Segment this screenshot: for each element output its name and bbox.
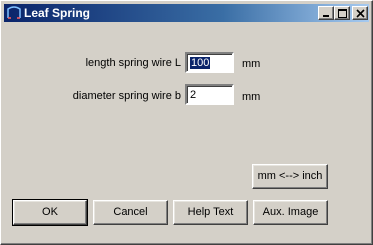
diameter-unit: mm (242, 91, 261, 103)
minimize-icon (323, 15, 329, 17)
ok-button[interactable]: OK (12, 199, 88, 226)
close-button[interactable] (352, 6, 368, 20)
aux-image-button[interactable]: Aux. Image (253, 200, 328, 225)
maximize-icon (338, 9, 347, 18)
diameter-input-value: 2 (190, 89, 197, 101)
help-text-button[interactable]: Help Text (173, 200, 248, 225)
leaf-spring-app-icon (7, 6, 21, 20)
length-unit: mm (242, 58, 261, 70)
dialog-window: Leaf Spring length spring wire L 100 mm … (0, 0, 373, 245)
length-input[interactable]: 100 (185, 52, 234, 73)
maximize-button[interactable] (334, 6, 350, 20)
unit-toggle-button[interactable]: mm <--> inch (252, 164, 328, 189)
close-icon (356, 9, 365, 18)
cancel-button[interactable]: Cancel (93, 200, 168, 225)
title-bar[interactable]: Leaf Spring (4, 4, 369, 22)
length-input-value: 100 (190, 57, 211, 69)
minimize-button[interactable] (318, 6, 334, 20)
window-title: Leaf Spring (24, 6, 91, 20)
diameter-input[interactable]: 2 (185, 84, 234, 105)
diameter-label: diameter spring wire b (72, 90, 181, 102)
length-label: length spring wire L (85, 57, 181, 69)
